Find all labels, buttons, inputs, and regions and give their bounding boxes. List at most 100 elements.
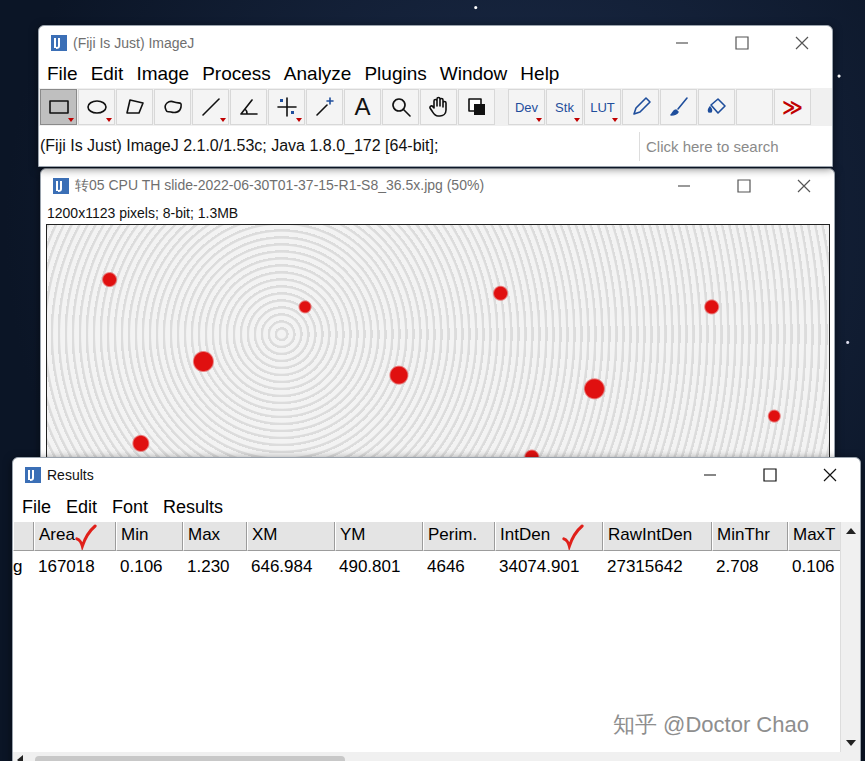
tool-icon <box>629 95 653 119</box>
tool-icon <box>313 95 337 119</box>
tool-button[interactable]: Stk <box>546 89 583 125</box>
tool-button[interactable] <box>40 89 77 125</box>
title-bar[interactable]: Results <box>13 458 860 492</box>
search-field[interactable] <box>639 132 830 161</box>
tool-button[interactable] <box>192 89 229 125</box>
menu-item[interactable]: Help <box>520 63 559 85</box>
close-icon[interactable] <box>800 459 860 491</box>
desktop: (Fiji Is Just) ImageJ File Edit Image Proces… <box>0 0 865 761</box>
tool-icon <box>85 95 109 119</box>
menu-item[interactable]: File <box>47 63 78 85</box>
minimize-icon[interactable] <box>652 27 712 59</box>
column-header[interactable] <box>13 522 34 551</box>
menu-item[interactable]: File <box>22 497 51 518</box>
table-row[interactable]: g1670180.1061.230646.984490.801464634074… <box>13 551 840 580</box>
tool-button[interactable] <box>116 89 153 125</box>
table-cell: 490.801 <box>335 551 423 580</box>
window-title: 转05 CPU TH slide-2022-06-30T01-37-15-R1-… <box>75 177 484 195</box>
menu-item[interactable]: Analyze <box>284 63 352 85</box>
column-header[interactable]: XM <box>247 522 335 551</box>
tool-button[interactable] <box>622 89 659 125</box>
tool-button[interactable]: Dev <box>508 89 545 125</box>
menu-item[interactable]: Plugins <box>364 63 426 85</box>
tool-button[interactable]: ≫ <box>774 89 811 125</box>
table-cell: 4646 <box>423 551 495 580</box>
tool-icon <box>465 95 489 119</box>
menu-item[interactable]: Image <box>136 63 189 85</box>
menu-item[interactable]: Results <box>163 497 223 518</box>
vertical-scrollbar[interactable] <box>840 522 860 752</box>
tool-button[interactable] <box>78 89 115 125</box>
minimize-icon[interactable] <box>654 170 714 202</box>
table-cell: 34074.901 <box>495 551 603 580</box>
scroll-left-icon[interactable] <box>17 755 23 761</box>
scroll-down-icon[interactable] <box>846 740 856 746</box>
tool-label: A <box>354 93 370 121</box>
tool-button[interactable] <box>458 89 495 125</box>
table-cell: 2.708 <box>712 551 788 580</box>
window-title: (Fiji Is Just) ImageJ <box>73 35 194 51</box>
table-cell: 167018 <box>34 551 116 580</box>
tool-button[interactable] <box>230 89 267 125</box>
table-cell: g <box>13 551 34 580</box>
red-check-mark-icon <box>562 524 584 550</box>
column-header[interactable]: YM <box>335 522 423 551</box>
dropdown-triangle-icon <box>612 118 618 122</box>
column-header[interactable]: Max <box>183 522 247 551</box>
maximize-icon[interactable] <box>714 170 774 202</box>
column-header[interactable]: MaxT <box>788 522 840 551</box>
tool-label: Stk <box>555 100 574 115</box>
tool-icon <box>237 95 261 119</box>
tool-button[interactable] <box>268 89 305 125</box>
menu-item[interactable]: Edit <box>91 63 124 85</box>
column-header[interactable]: IntDen <box>495 522 603 551</box>
column-header[interactable]: Area <box>34 522 116 551</box>
title-bar[interactable]: 转05 CPU TH slide-2022-06-30T01-37-15-R1-… <box>41 169 834 203</box>
menu-item[interactable]: Window <box>440 63 508 85</box>
tool-button[interactable] <box>698 89 735 125</box>
maximize-icon[interactable] <box>740 459 800 491</box>
toolbar: A Dev Stk LUT ≫ <box>39 88 832 126</box>
column-header[interactable]: RawIntDen <box>603 522 712 551</box>
tool-button[interactable] <box>420 89 457 125</box>
column-header[interactable]: Perim. <box>423 522 495 551</box>
tool-button[interactable] <box>382 89 419 125</box>
imagej-window: (Fiji Is Just) ImageJ File Edit Image Proces… <box>38 25 833 167</box>
dropdown-triangle-icon <box>68 118 74 122</box>
tool-icon <box>275 95 299 119</box>
column-header[interactable]: Min <box>116 522 183 551</box>
close-icon[interactable] <box>772 27 832 59</box>
scroll-up-icon[interactable] <box>846 528 856 534</box>
tool-icon <box>123 95 147 119</box>
image-window: 转05 CPU TH slide-2022-06-30T01-37-15-R1-… <box>40 168 835 500</box>
table-header: AreaMinMaxXMYMPerim.IntDenRawIntDenMinTh… <box>13 522 840 551</box>
column-header[interactable]: MinThr <box>712 522 788 551</box>
tool-button[interactable] <box>154 89 191 125</box>
maximize-icon[interactable] <box>712 27 772 59</box>
results-window: Results File Edit Font Results AreaMinMaxXMYM… <box>12 457 861 761</box>
table-cell: 0.106 <box>788 551 840 580</box>
minimize-icon[interactable] <box>680 459 740 491</box>
menu-item[interactable]: Font <box>112 497 148 518</box>
title-bar[interactable]: (Fiji Is Just) ImageJ <box>39 26 832 60</box>
scroll-thumb[interactable] <box>35 756 345 761</box>
tool-button[interactable]: A <box>344 89 381 125</box>
menu-item[interactable]: Edit <box>66 497 97 518</box>
dropdown-triangle-icon <box>296 118 302 122</box>
close-icon[interactable] <box>774 170 834 202</box>
tool-icon <box>199 95 223 119</box>
menu-item[interactable]: Process <box>202 63 271 85</box>
menu-bar: File Edit Font Results <box>13 492 860 522</box>
tool-button[interactable] <box>736 89 773 125</box>
horizontal-scrollbar[interactable] <box>13 752 860 761</box>
status-text: (Fiji Is Just) ImageJ 2.1.0/1.53c; Java … <box>39 137 639 155</box>
menu-bar: File Edit Image Process Analyze Plugins Window… <box>39 60 832 88</box>
table-cell: 646.984 <box>247 551 335 580</box>
table-cell: 27315642 <box>603 551 712 580</box>
tool-label: Dev <box>515 100 538 115</box>
imagej-logo-icon <box>25 467 41 483</box>
tool-button[interactable] <box>660 89 697 125</box>
tool-button[interactable]: LUT <box>584 89 621 125</box>
tool-button[interactable] <box>306 89 343 125</box>
image-info: 1200x1123 pixels; 8-bit; 1.3MB <box>41 203 834 224</box>
